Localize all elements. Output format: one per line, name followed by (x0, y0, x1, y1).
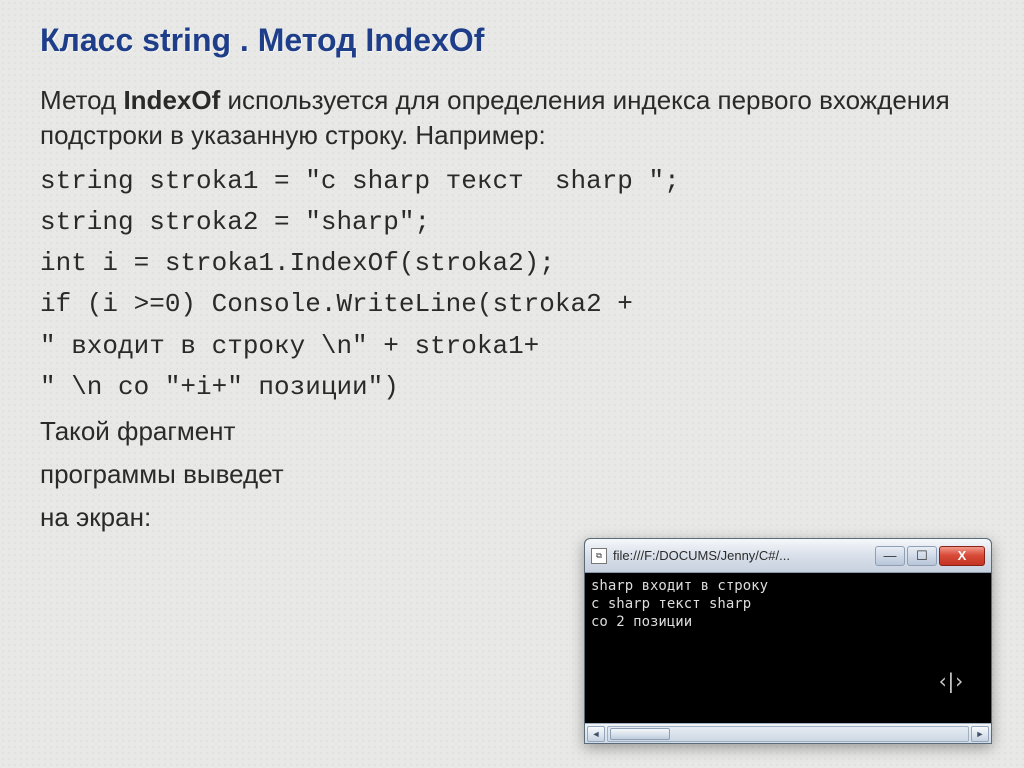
window-buttons: — ☐ X (875, 546, 985, 566)
scroll-right-button[interactable]: ► (971, 726, 989, 742)
chevron-right-icon: ► (976, 729, 985, 739)
code-line-1: string stroka1 = "c sharp текст sharp "; (40, 161, 984, 202)
intro-paragraph: Метод IndexOf используется для определен… (40, 83, 984, 153)
console-output: sharp входит в строку c sharp текст shar… (585, 573, 991, 723)
code-line-2: string stroka2 = "sharp"; (40, 202, 984, 243)
console-line-3: со 2 позиции (591, 613, 985, 631)
console-cursor-icon: ‹|› (937, 668, 961, 694)
code-line-5: " входит в строку \n" + stroka1+ (40, 326, 984, 367)
window-title: file:///F:/DOCUMS/Jenny/C#/... (613, 548, 869, 563)
scrollbar-track[interactable] (607, 726, 969, 742)
close-icon: X (958, 549, 967, 562)
horizontal-scrollbar[interactable]: ◄ ► (585, 723, 991, 743)
code-line-3: int i = stroka1.IndexOf(stroka2); (40, 243, 984, 284)
maximize-button[interactable]: ☐ (907, 546, 937, 566)
outro-line-3: на экран: (40, 500, 984, 535)
window-titlebar[interactable]: ⧉ file:///F:/DOCUMS/Jenny/C#/... — ☐ X (585, 539, 991, 573)
intro-text-bold: IndexOf (123, 85, 220, 115)
console-window: ⧉ file:///F:/DOCUMS/Jenny/C#/... — ☐ X s… (584, 538, 992, 744)
close-button[interactable]: X (939, 546, 985, 566)
minimize-icon: — (884, 549, 897, 562)
outro-line-2: программы выведет (40, 457, 984, 492)
console-line-2: c sharp текст sharp (591, 595, 985, 613)
maximize-icon: ☐ (916, 549, 928, 562)
outro-line-1: Такой фрагмент (40, 414, 984, 449)
slide: Класс string . Метод IndexOf Метод Index… (0, 0, 1024, 535)
console-line-1: sharp входит в строку (591, 577, 985, 595)
scrollbar-thumb[interactable] (610, 728, 670, 740)
code-line-6: " \n со "+i+" позиции") (40, 367, 984, 408)
chevron-left-icon: ◄ (592, 729, 601, 739)
window-app-icon: ⧉ (591, 548, 607, 564)
slide-title: Класс string . Метод IndexOf (40, 22, 984, 59)
minimize-button[interactable]: — (875, 546, 905, 566)
intro-text-pre: Метод (40, 85, 123, 115)
scroll-left-button[interactable]: ◄ (587, 726, 605, 742)
code-line-4: if (i >=0) Console.WriteLine(stroka2 + (40, 284, 984, 325)
